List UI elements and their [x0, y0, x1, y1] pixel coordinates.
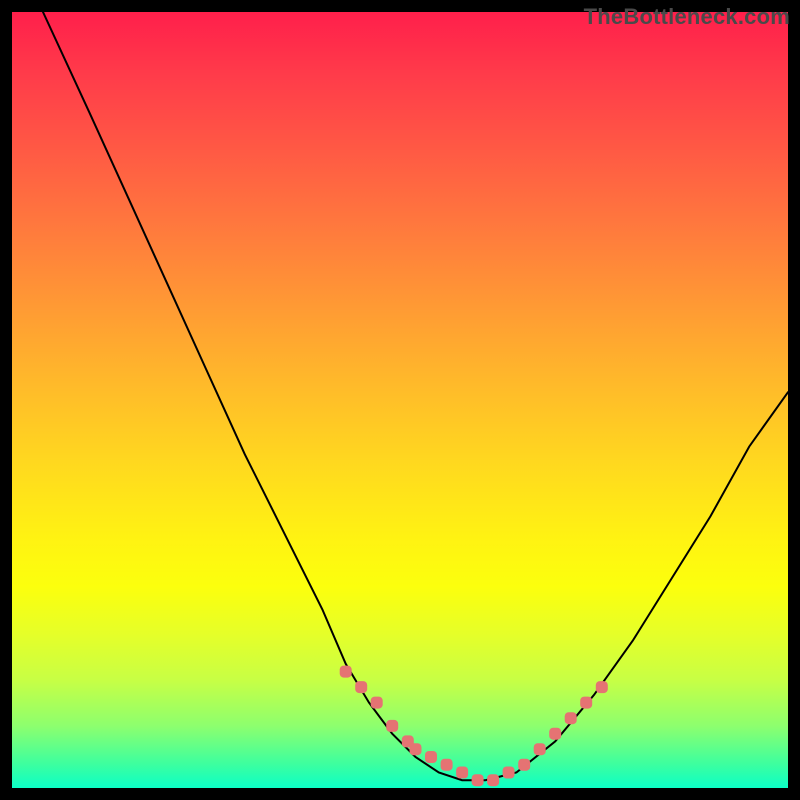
marker-dot: [565, 712, 577, 724]
marker-dot: [534, 743, 546, 755]
marker-dot: [456, 767, 468, 779]
marker-dot: [425, 751, 437, 763]
marker-dot: [549, 728, 561, 740]
marker-dot: [386, 720, 398, 732]
marker-dot: [340, 666, 352, 678]
marker-dot: [580, 697, 592, 709]
marker-dot: [518, 759, 530, 771]
bottleneck-curve-line: [43, 12, 788, 780]
marker-dot: [596, 681, 608, 693]
marker-dot: [410, 743, 422, 755]
marker-dot: [472, 774, 484, 786]
marker-dot: [441, 759, 453, 771]
marker-dot: [355, 681, 367, 693]
marker-dot: [371, 697, 383, 709]
watermark-text: TheBottleneck.com: [584, 4, 790, 30]
bottleneck-chart: [12, 12, 788, 788]
marker-dot: [487, 774, 499, 786]
marker-dot: [503, 767, 515, 779]
